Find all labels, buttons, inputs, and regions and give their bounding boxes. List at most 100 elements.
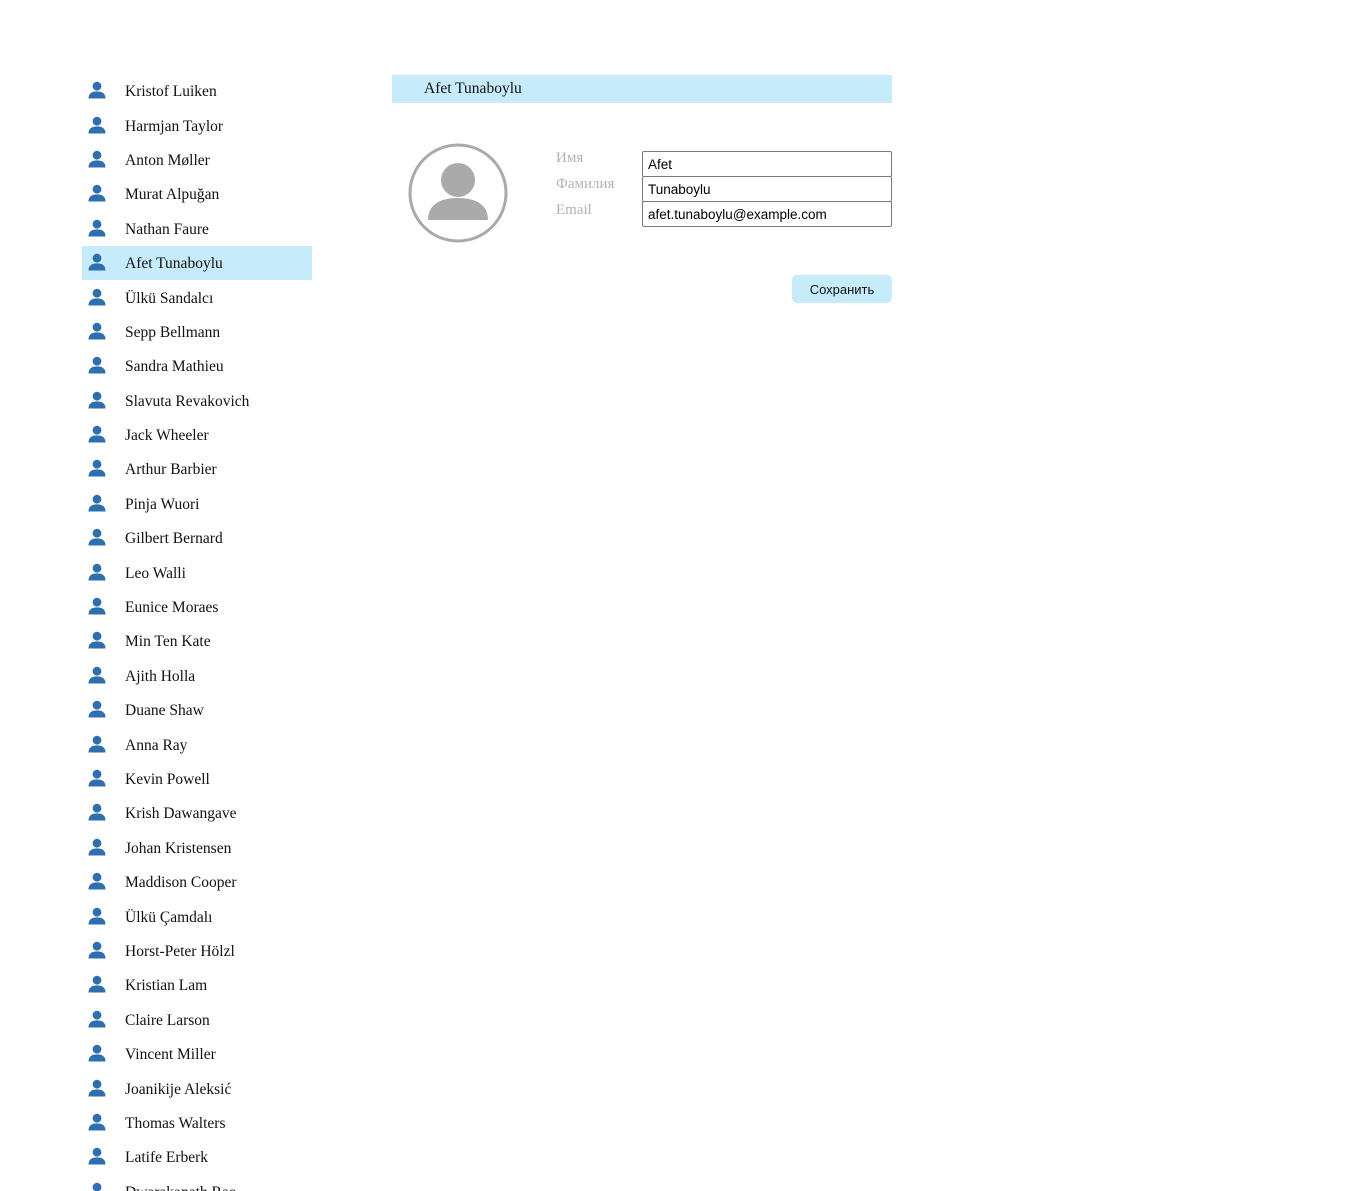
- person-icon: [88, 1079, 106, 1097]
- person-icon: [88, 185, 106, 202]
- user-list-item[interactable]: Vincent Miller: [82, 1037, 312, 1071]
- person-icon: [88, 288, 106, 306]
- person-icon: [88, 529, 106, 546]
- user-name: Horst-Peter Hölzl: [125, 942, 235, 960]
- user-list-item[interactable]: Dwarakanath Rao: [82, 1175, 312, 1191]
- user-name: Jack Wheeler: [125, 426, 209, 444]
- user-list-item[interactable]: Murat Alpuğan: [82, 177, 312, 211]
- detail-header-title: Afet Tunaboylu: [392, 75, 892, 103]
- user-list-item[interactable]: Arthur Barbier: [82, 452, 312, 486]
- user-name: Joanikije Aleksić: [125, 1080, 232, 1098]
- person-icon: [88, 253, 106, 271]
- user-list-item[interactable]: Afet Tunaboylu: [82, 245, 312, 281]
- user-name: Krish Dawangave: [125, 805, 237, 823]
- person-icon: [88, 804, 106, 821]
- user-name: Harmjan Taylor: [125, 117, 224, 135]
- user-name: Latife Erberk: [125, 1149, 209, 1167]
- user-name: Nathan Faure: [125, 220, 209, 238]
- user-list-item[interactable]: Min Ten Kate: [82, 624, 312, 658]
- user-name: Arthur Barbier: [125, 461, 217, 479]
- user-list-item[interactable]: Horst-Peter Hölzl: [82, 934, 312, 968]
- person-icon: [92, 1182, 102, 1191]
- user-name: Kristian Lam: [125, 977, 208, 995]
- user-name: Maddison Cooper: [125, 874, 237, 892]
- user-list-item[interactable]: Duane Shaw: [82, 693, 312, 727]
- person-icon: [88, 838, 106, 856]
- user-list-item[interactable]: Sandra Mathieu: [82, 349, 312, 383]
- user-name: Duane Shaw: [125, 702, 204, 720]
- person-icon: [88, 150, 106, 168]
- user-name: Ülkü Sandalcı: [125, 289, 214, 307]
- user-list-item[interactable]: Eunice Moraes: [82, 590, 312, 624]
- user-name: Afet Tunaboylu: [125, 255, 223, 273]
- user-name: Ajith Holla: [125, 667, 196, 685]
- email-label: Email: [556, 202, 592, 218]
- user-list-item[interactable]: Kristof Luiken: [82, 74, 312, 108]
- person-icon: [88, 1148, 106, 1165]
- user-name: Eunice Moraes: [125, 598, 219, 616]
- person-icon: [88, 425, 106, 443]
- person-icon: [88, 460, 106, 477]
- person-icon: [88, 391, 106, 409]
- user-list-item[interactable]: Maddison Cooper: [82, 865, 312, 899]
- user-list-item[interactable]: Krish Dawangave: [82, 796, 312, 830]
- user-list-item[interactable]: Anna Ray: [82, 727, 312, 761]
- user-list-item[interactable]: Latife Erberk: [82, 1140, 312, 1174]
- person-icon: [88, 357, 106, 374]
- person-icon: [88, 735, 106, 753]
- user-name: Min Ten Kate: [125, 633, 211, 651]
- user-name: Dwarakanath Rao: [125, 1184, 236, 1191]
- person-icon: [88, 666, 106, 684]
- last-name-label: Фамилия: [556, 176, 615, 192]
- first-name-input[interactable]: [642, 151, 892, 177]
- user-name: Leo Walli: [125, 564, 186, 582]
- user-name: Kristof Luiken: [125, 83, 217, 101]
- user-name: Vincent Miller: [125, 1046, 216, 1064]
- user-name: Sepp Bellmann: [125, 323, 221, 341]
- user-list-item[interactable]: Gilbert Bernard: [82, 521, 312, 555]
- user-name: Thomas Walters: [125, 1114, 226, 1132]
- person-icon: [88, 632, 106, 649]
- user-list-item[interactable]: Harmjan Taylor: [82, 108, 312, 142]
- last-name-input[interactable]: [642, 176, 892, 202]
- user-list-item[interactable]: Leo Walli: [82, 555, 312, 589]
- user-list-item[interactable]: Ajith Holla: [82, 659, 312, 693]
- person-icon: [88, 941, 106, 959]
- user-list-item[interactable]: Ülkü Sandalcı: [82, 280, 312, 314]
- person-icon: [88, 701, 106, 718]
- person-icon: [88, 563, 106, 581]
- user-list: Kristof Luiken Harmjan Taylor Anton Møll…: [82, 74, 312, 1191]
- email-input[interactable]: [642, 201, 892, 227]
- person-icon: [88, 872, 106, 890]
- user-name: Pinja Wuori: [125, 495, 200, 513]
- person-icon: [88, 976, 106, 993]
- user-name: Anton Møller: [125, 151, 210, 169]
- user-list-item[interactable]: Johan Kristensen: [82, 831, 312, 865]
- save-button[interactable]: Сохранить: [792, 275, 892, 303]
- user-list-item[interactable]: Kristian Lam: [82, 968, 312, 1002]
- person-icon: [88, 597, 106, 615]
- user-list-item[interactable]: Joanikije Aleksić: [82, 1071, 312, 1105]
- user-list-item[interactable]: Slavuta Revakovich: [82, 384, 312, 418]
- user-list-item[interactable]: Pinja Wuori: [82, 487, 312, 521]
- avatar-placeholder-icon: [408, 143, 508, 243]
- user-name: Gilbert Bernard: [125, 530, 223, 548]
- person-icon: [88, 116, 106, 134]
- user-list-item[interactable]: Thomas Walters: [82, 1106, 312, 1140]
- user-list-item[interactable]: Sepp Bellmann: [82, 315, 312, 349]
- person-icon: [88, 81, 106, 99]
- person-icon: [88, 907, 106, 925]
- user-list-item[interactable]: Claire Larson: [82, 1003, 312, 1037]
- user-name: Johan Kristensen: [125, 839, 232, 857]
- user-list-item[interactable]: Anton Møller: [82, 143, 312, 177]
- person-icon: [88, 322, 106, 340]
- person-icon: [88, 219, 106, 237]
- person-icon: [88, 1044, 106, 1062]
- user-list-item[interactable]: Jack Wheeler: [82, 418, 312, 452]
- user-name: Sandra Mathieu: [125, 358, 224, 376]
- user-name: Ülkü Çamdalı: [125, 908, 213, 926]
- user-name: Anna Ray: [125, 736, 188, 754]
- user-list-item[interactable]: Nathan Faure: [82, 212, 312, 246]
- user-list-item[interactable]: Ülkü Çamdalı: [82, 899, 312, 933]
- user-list-item[interactable]: Kevin Powell: [82, 762, 312, 796]
